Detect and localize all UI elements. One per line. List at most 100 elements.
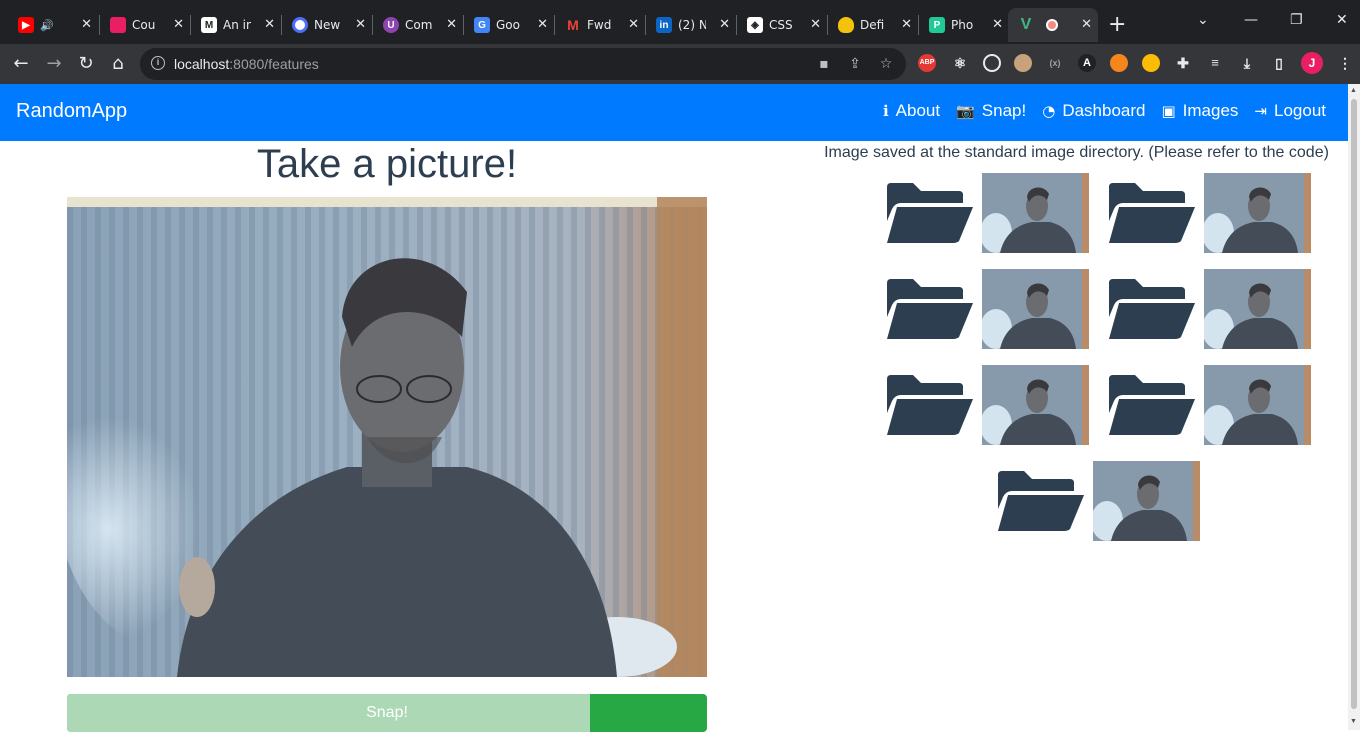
tab-11[interactable]: P Pho ✕ [919,8,1009,42]
pineapple-icon [838,17,854,33]
info-icon: ℹ [882,102,889,120]
extensions-puzzle-icon[interactable]: ✚ [1174,54,1192,72]
share-icon[interactable]: ⇪ [847,56,863,72]
close-tab-icon[interactable]: ✕ [81,17,92,32]
bookmark-star-icon[interactable]: ☆ [878,56,894,72]
scroll-down-icon[interactable]: ▼ [1350,718,1357,725]
media-control-icon[interactable]: ≡ [1206,54,1224,72]
folder-open-icon[interactable] [1105,277,1197,341]
tab-active[interactable]: V ✕ [1008,8,1098,42]
adblock-extension-icon[interactable]: ABP [918,54,936,72]
minimize-icon[interactable]: — [1244,12,1258,28]
tab-title: Goo [496,18,520,32]
close-window-icon[interactable]: ✕ [1336,12,1348,28]
url-text[interactable]: localhost:8080/features [174,56,319,72]
close-tab-icon[interactable]: ✕ [537,17,548,32]
folder-open-icon[interactable] [1105,373,1197,437]
close-tab-icon[interactable]: ✕ [446,17,457,32]
back-icon[interactable]: ← [10,53,32,75]
scrollbar-thumb[interactable] [1351,99,1357,709]
saved-image-thumbnail[interactable] [982,269,1089,349]
tab-2[interactable]: Cou ✕ [100,8,190,42]
tab-title: Fwd [587,18,612,32]
saved-image-thumbnail[interactable] [1204,173,1311,253]
nav-label: Logout [1274,101,1326,120]
saved-image-note: Image saved at the standard image direct… [824,144,1329,161]
tab-4[interactable]: New ✕ [282,8,372,42]
folder-open-icon[interactable] [994,469,1086,533]
close-tab-icon[interactable]: ✕ [355,17,366,32]
app-icon: U [383,17,399,33]
camera-in-use-icon[interactable]: ▪ [816,56,832,72]
snap-button[interactable]: Snap! [67,694,707,732]
linkedin-icon: in [656,17,672,33]
folder-open-icon[interactable] [883,373,975,437]
nav-links: ℹ About 📷 Snap! ◔ Dashboard ▣ Images ⇥ L… [883,101,1326,121]
codepen-icon: ◈ [747,17,763,33]
nav-label: Dashboard [1062,101,1146,120]
home-icon[interactable]: ⌂ [107,53,129,75]
nav-logout[interactable]: ⇥ Logout [1254,101,1326,121]
scroll-up-icon[interactable]: ▲ [1350,87,1357,94]
extension-icon[interactable] [1014,54,1032,72]
tab-7[interactable]: M Fwd ✕ [555,8,645,42]
saved-image-thumbnail[interactable] [1204,365,1311,445]
tab-10[interactable]: Defi ✕ [828,8,918,42]
tab-search-icon[interactable]: ⌄ [1197,12,1209,28]
tab-3[interactable]: M An in ✕ [191,8,281,42]
site-info-icon[interactable]: i [151,56,165,70]
reload-icon[interactable]: ↻ [75,53,97,75]
tab-8[interactable]: in (2) N ✕ [646,8,736,42]
saved-image-thumbnail[interactable] [982,365,1089,445]
tab-title: Pho [951,18,974,32]
forward-icon[interactable]: → [43,53,65,75]
react-devtools-icon[interactable]: ⚛ [951,54,969,72]
tab-5[interactable]: U Com ✕ [373,8,463,42]
extension-icon[interactable] [1142,54,1160,72]
profile-avatar[interactable]: J [1301,52,1323,74]
tab-6[interactable]: G Goo ✕ [464,8,554,42]
app-navbar: RandomApp ℹ About 📷 Snap! ◔ Dashboard ▣ … [0,84,1348,141]
download-icon[interactable]: ⤓ [1238,54,1256,72]
webcam-frame [67,197,707,677]
nav-about[interactable]: ℹ About [883,101,940,121]
restore-icon[interactable]: ❐ [1290,12,1303,28]
side-panel-icon[interactable]: ▯ [1270,54,1288,72]
folder-open-icon[interactable] [883,277,975,341]
close-tab-icon[interactable]: ✕ [628,17,639,32]
address-bar[interactable]: i localhost:8080/features ▪ ⇪ ☆ [140,48,906,80]
webcam-video-feed [67,197,707,677]
nav-label: Snap! [981,101,1027,120]
nav-dashboard[interactable]: ◔ Dashboard [1042,101,1145,121]
folder-open-icon[interactable] [883,181,975,245]
brand-logo-text[interactable]: RandomApp [16,100,127,123]
page-scrollbar[interactable]: ▲ ▼ [1348,84,1360,730]
saved-image-thumbnail[interactable] [1204,269,1311,349]
saved-image-thumbnail[interactable] [1093,461,1200,541]
tab-title: CSS [769,18,793,32]
metamask-icon[interactable] [1110,54,1128,72]
new-tab-icon[interactable]: + [1108,12,1126,37]
nav-images[interactable]: ▣ Images [1161,101,1238,121]
close-tab-icon[interactable]: ✕ [719,17,730,32]
tab-title: Cou [132,18,156,32]
close-tab-icon[interactable]: ✕ [810,17,821,32]
nav-snap[interactable]: 📷 Snap! [956,101,1026,121]
extension-icon[interactable]: (x) [1046,54,1064,72]
google-translate-icon: G [474,17,490,33]
folder-open-icon[interactable] [1105,181,1197,245]
tab-9[interactable]: ◈ CSS ✕ [737,8,827,42]
extension-icon[interactable] [983,54,1001,72]
tab-title: An in [223,18,251,32]
close-tab-icon[interactable]: ✕ [173,17,184,32]
browser-menu-icon[interactable]: ⋮ [1336,54,1354,72]
saved-image-thumbnail[interactable] [982,173,1089,253]
camera-icon: 📷 [956,102,975,120]
close-tab-icon[interactable]: ✕ [992,17,1003,32]
extension-icon[interactable]: A [1078,54,1096,72]
close-tab-icon[interactable]: ✕ [1081,17,1092,32]
tab-youtube[interactable]: ▶ 🔊 ✕ [8,8,98,42]
gallery-item [883,269,1111,351]
close-tab-icon[interactable]: ✕ [901,17,912,32]
close-tab-icon[interactable]: ✕ [264,17,275,32]
